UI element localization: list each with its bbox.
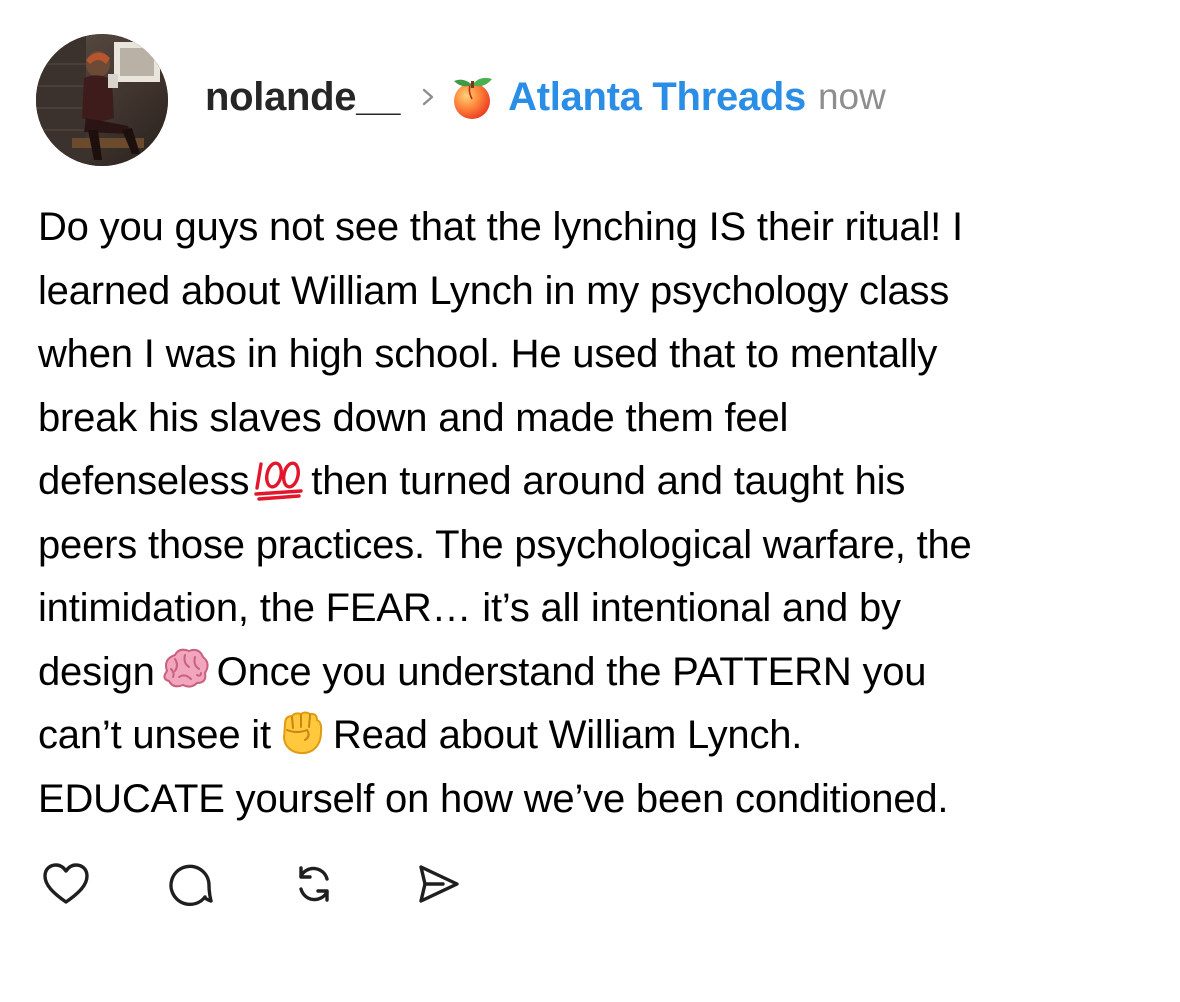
share-icon (413, 859, 463, 914)
post-actions (38, 858, 466, 914)
heart-icon (41, 861, 91, 912)
body-text-segment: can’t unsee it (38, 713, 271, 757)
repost-icon (289, 859, 339, 914)
body-text-segment: design (38, 649, 155, 694)
body-text-segment: Once you understand the PATTERN you (216, 649, 927, 694)
brain-emoji (159, 645, 211, 693)
body-line-with-emoji: can’t unsee it Read about William Lynch. (38, 704, 1168, 768)
comment-button[interactable] (162, 858, 218, 914)
hundred-points-emoji (253, 454, 305, 502)
chevron-right-icon (418, 85, 438, 109)
body-line: peers those practices. The psychological… (38, 522, 972, 567)
post-timestamp: now (817, 76, 886, 117)
post-body: Do you guys not see that the lynching IS… (38, 196, 1168, 831)
share-button[interactable] (410, 858, 466, 914)
repost-button[interactable] (286, 858, 342, 914)
community-link[interactable]: Atlanta Threads (508, 75, 806, 120)
body-line: Do you guys not see that the lynching IS… (38, 205, 963, 249)
body-text-segment: then turned around and taught his (311, 459, 906, 503)
peach-icon[interactable] (448, 73, 496, 121)
raised-fist-emoji (275, 708, 327, 756)
comment-icon (165, 859, 215, 914)
body-line: when I was in high school. He used that … (38, 332, 938, 376)
body-text-segment: Read about William Lynch. (332, 713, 803, 757)
avatar[interactable] (36, 34, 168, 166)
body-line: intimidation, the FEAR… it’s all intenti… (38, 586, 901, 630)
body-line-with-emoji: design Once you understand the PATTERN y… (38, 641, 1168, 705)
body-line: break his slaves down and made them feel (38, 395, 789, 440)
username[interactable]: nolande__ (205, 75, 400, 120)
body-line-with-emoji: defenseless then turned around and taugh… (38, 450, 1168, 514)
body-text-segment: defenseless (38, 459, 250, 503)
body-line: EDUCATE yourself on how we’ve been condi… (38, 776, 949, 821)
post-header: nolande__ Atlanta Threads now (205, 70, 886, 124)
like-button[interactable] (38, 858, 94, 914)
thread-post: nolande__ Atlanta Threads now Do you guy… (0, 0, 1180, 1002)
body-line: learned about William Lynch in my psycho… (38, 268, 950, 313)
